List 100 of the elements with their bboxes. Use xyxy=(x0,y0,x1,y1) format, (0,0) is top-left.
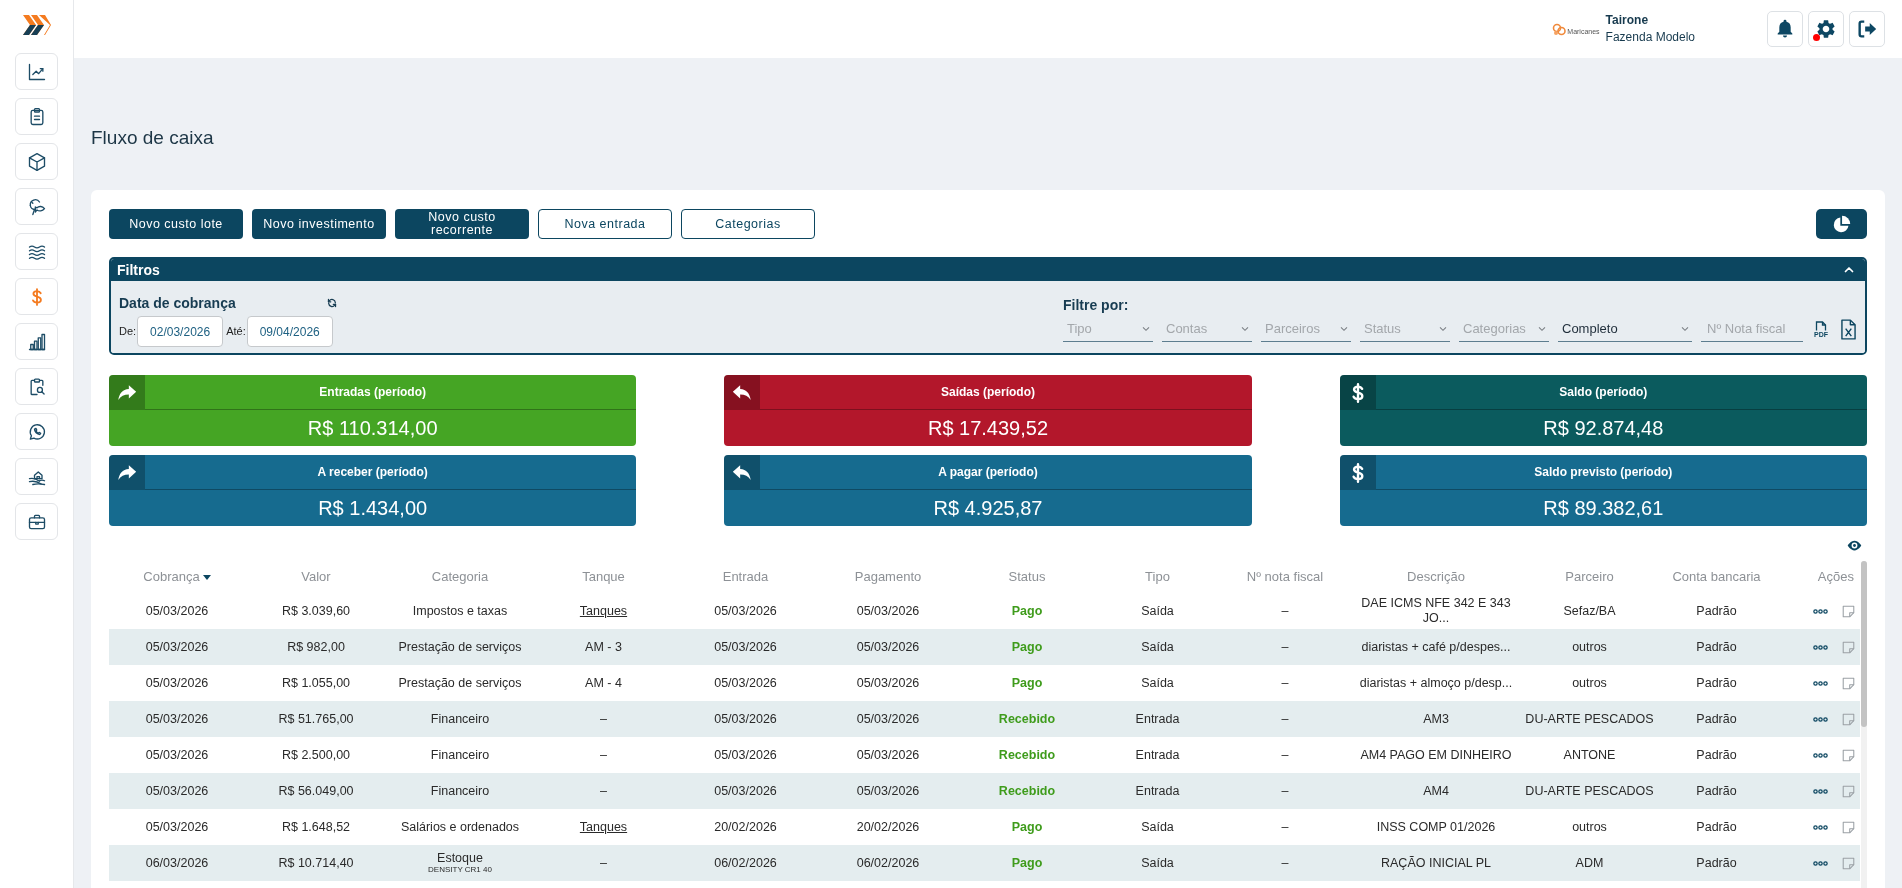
table-cell: Financeiro xyxy=(430,783,490,799)
card-value: R$ 17.439,52 xyxy=(927,416,1049,440)
table-cell: 05/03/2026 xyxy=(714,711,777,727)
tanks-link[interactable]: Tanques xyxy=(579,603,628,619)
column-header[interactable]: Parceiro xyxy=(1565,567,1614,587)
table-cell: Sefaz/BA xyxy=(1563,603,1616,619)
action-button[interactable]: Novo custo recorrente xyxy=(395,209,529,239)
notifications-button[interactable] xyxy=(1767,11,1803,47)
action-button[interactable]: Categorias xyxy=(681,209,815,239)
table-cell: outros xyxy=(1572,675,1607,691)
panel-title: Filtros xyxy=(117,260,160,280)
sidebar-item[interactable] xyxy=(15,368,58,405)
table-cell: – xyxy=(600,783,607,799)
table-cell: 06/02/2026 xyxy=(856,855,920,871)
more-options-icon[interactable] xyxy=(1813,680,1828,686)
table-cell: 05/03/2026 xyxy=(714,675,777,691)
more-options-icon[interactable] xyxy=(1813,860,1828,866)
pie-chart-icon xyxy=(1832,214,1851,234)
spreadsheet-file-icon[interactable] xyxy=(1841,318,1856,340)
more-options-icon[interactable] xyxy=(1813,716,1828,722)
more-options-icon[interactable] xyxy=(1813,788,1828,794)
sidebar-item[interactable] xyxy=(15,233,58,270)
action-button[interactable]: Novo investimento xyxy=(252,209,386,239)
chevron-down-icon xyxy=(1681,325,1689,332)
table-cell: ADM xyxy=(1575,855,1604,871)
filter-select[interactable]: Parceiros xyxy=(1261,316,1351,342)
table-cell: 05/03/2026 xyxy=(856,747,920,763)
table-cell: AM3 xyxy=(1423,711,1449,727)
farm-logo-drawing xyxy=(1552,22,1567,36)
table-cell: RAÇÃO INICIAL PL xyxy=(1381,855,1491,871)
column-header[interactable]: Tipo xyxy=(1145,567,1170,587)
sidebar-item[interactable] xyxy=(15,503,58,540)
table-cell: Prestação de serviços xyxy=(398,675,522,691)
filter-select[interactable]: Tipo xyxy=(1063,316,1153,342)
table-cell: – xyxy=(1281,603,1289,619)
more-options-icon[interactable] xyxy=(1813,752,1828,758)
logout-button[interactable] xyxy=(1849,11,1885,47)
table-cell: – xyxy=(1281,711,1289,727)
filter-select[interactable]: Contas xyxy=(1162,316,1252,342)
table-cell: Saída xyxy=(1141,819,1174,835)
eye-icon[interactable] xyxy=(1846,539,1863,552)
refresh-icon[interactable] xyxy=(327,298,337,308)
more-options-icon[interactable] xyxy=(1813,608,1828,614)
action-button[interactable]: Nova entrada xyxy=(538,209,672,239)
table-cell: – xyxy=(600,711,607,727)
filter-select[interactable]: Categorias xyxy=(1459,316,1549,342)
column-header[interactable]: Status xyxy=(1008,567,1046,587)
more-options-icon[interactable] xyxy=(1813,824,1828,830)
column-header[interactable]: Entrada xyxy=(722,567,769,587)
column-header[interactable]: Valor xyxy=(301,567,331,587)
table-cell: 05/03/2026 xyxy=(856,603,920,619)
table-cell: 05/03/2026 xyxy=(856,783,920,799)
more-options-icon[interactable] xyxy=(1813,644,1828,650)
card-title: A pagar (período) xyxy=(938,464,1038,481)
status-label: Pago xyxy=(1011,855,1043,871)
sidebar-item[interactable] xyxy=(15,188,58,225)
chart-line-icon xyxy=(26,61,47,82)
tanks-link[interactable]: Tanques xyxy=(579,819,628,835)
table-cell: DU-ARTE PESCADOS xyxy=(1525,783,1654,799)
user-name: Tairone xyxy=(1605,12,1649,29)
column-header[interactable]: Categoria xyxy=(431,567,489,587)
card-value: R$ 4.925,87 xyxy=(933,496,1043,520)
column-header[interactable]: Ações xyxy=(1817,567,1854,587)
date-field[interactable]: 09/04/2026 xyxy=(246,316,333,347)
table-cell: Padrão xyxy=(1696,819,1737,835)
sidebar-item[interactable] xyxy=(15,143,58,180)
logo-icon[interactable] xyxy=(21,12,52,38)
table-cell: 05/03/2026 xyxy=(145,783,209,799)
sidebar-item[interactable] xyxy=(15,53,58,90)
column-header[interactable]: Pagamento xyxy=(854,567,922,587)
sidebar-item[interactable] xyxy=(15,413,58,450)
sidebar-item[interactable] xyxy=(15,458,58,495)
card-title: A receber (período) xyxy=(317,464,428,481)
table-cell: 05/03/2026 xyxy=(856,639,920,655)
sidebar-item[interactable] xyxy=(15,323,58,360)
column-header[interactable]: Descrição xyxy=(1407,567,1465,587)
column-header[interactable]: Tanque xyxy=(582,567,625,587)
table-cell: – xyxy=(1281,819,1289,835)
invoice-number-field[interactable]: Nº Nota fiscal xyxy=(1701,316,1803,342)
action-button[interactable]: Novo custo lote xyxy=(109,209,243,239)
dollar-icon xyxy=(1339,375,1376,410)
sort-caret-icon[interactable] xyxy=(202,574,211,580)
table-cell: Padrão xyxy=(1696,855,1737,871)
table-cell: 06/02/2026 xyxy=(714,855,777,871)
card-title: Entradas (período) xyxy=(319,384,426,401)
column-header[interactable]: Nº nota fiscal xyxy=(1246,567,1324,587)
filter-select[interactable]: Completo xyxy=(1558,316,1692,342)
column-header[interactable]: Conta bancaria xyxy=(1672,567,1761,587)
card-value: R$ 89.382,61 xyxy=(1543,496,1664,520)
table-cell: 05/03/2026 xyxy=(145,603,209,619)
bar-chart-icon xyxy=(26,331,47,352)
table-cell: 20/02/2026 xyxy=(856,819,920,835)
card-value: R$ 110.314,00 xyxy=(307,416,438,440)
filter-select[interactable]: Status xyxy=(1360,316,1450,342)
scrollbar-thumb[interactable] xyxy=(1861,561,1867,727)
settings-button[interactable] xyxy=(1808,11,1844,47)
column-header[interactable]: Cobrança xyxy=(143,567,200,587)
sidebar-item[interactable] xyxy=(15,98,58,135)
date-field[interactable]: 02/03/2026 xyxy=(137,316,224,347)
chart-button[interactable] xyxy=(1816,209,1867,239)
